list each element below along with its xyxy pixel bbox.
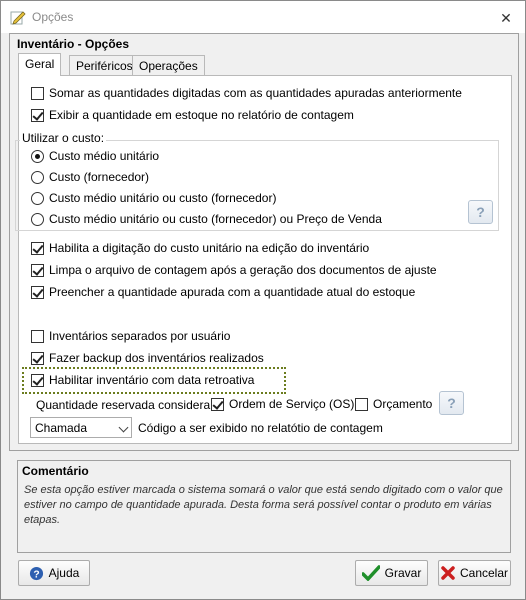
- os-checkbox[interactable]: [211, 397, 224, 411]
- reservada-os[interactable]: Ordem de Serviço (OS): [211, 395, 354, 413]
- comment-title: Comentário: [22, 464, 89, 478]
- limpa-label: Limpa o arquivo de contagem após a geraç…: [49, 263, 437, 277]
- retroativa-label: Habilitar inventário com data retroativa: [49, 373, 255, 387]
- save-button-label: Gravar: [384, 566, 422, 580]
- option-somar[interactable]: Somar as quantidades digitadas com as qu…: [31, 84, 462, 102]
- chevron-down-icon: [118, 422, 129, 433]
- tab-perifericos[interactable]: Periféricos: [69, 55, 140, 75]
- backup-checkbox[interactable]: [31, 351, 44, 365]
- somar-checkbox[interactable]: [31, 86, 44, 100]
- panel-title: Inventário - Opções: [17, 37, 130, 51]
- cancel-button-label: Cancelar: [459, 566, 509, 580]
- habilita-custo-checkbox[interactable]: [31, 241, 44, 255]
- orcamento-checkbox[interactable]: [355, 397, 368, 411]
- custo-option-2[interactable]: Custo médio unitário ou custo (fornecedo…: [31, 189, 276, 207]
- custo-option-0[interactable]: Custo médio unitário: [31, 147, 159, 165]
- custo-label: Custo (fornecedor): [49, 170, 150, 184]
- custo-help-button[interactable]: ?: [468, 200, 493, 224]
- custo-option-1[interactable]: Custo (fornecedor): [31, 168, 149, 186]
- custo-radio[interactable]: [31, 191, 44, 205]
- question-help-icon: ?: [476, 204, 485, 220]
- custo-radio[interactable]: [31, 212, 44, 226]
- codigo-selected-value: Chamada: [35, 421, 88, 435]
- option-limpa[interactable]: Limpa o arquivo de contagem após a geraç…: [31, 261, 437, 279]
- tab-operacoes[interactable]: Operações: [132, 55, 205, 75]
- comment-text: Se esta opção estiver marcada o sistema …: [24, 484, 503, 526]
- custo-label: Custo médio unitário ou custo (fornecedo…: [49, 212, 382, 226]
- red-x-icon: [441, 566, 455, 580]
- backup-label: Fazer backup dos inventários realizados: [49, 351, 264, 365]
- options-dialog: Opções ✕ Inventário - Opções Geral Perif…: [0, 0, 526, 600]
- option-preencher[interactable]: Preencher a quantidade apurada com a qua…: [31, 283, 415, 301]
- green-check-icon: [361, 565, 380, 581]
- reservada-orcamento[interactable]: Orçamento: [355, 395, 432, 413]
- exibir-label: Exibir a quantidade em estoque no relató…: [49, 108, 354, 122]
- codigo-select[interactable]: Chamada: [30, 417, 132, 438]
- custo-group-title: Utilizar o custo:: [20, 131, 107, 145]
- option-retroativa[interactable]: Habilitar inventário com data retroativa: [31, 371, 254, 389]
- option-exibir[interactable]: Exibir a quantidade em estoque no relató…: [31, 106, 354, 124]
- habilita-custo-label: Habilita a digitação do custo unitário n…: [49, 241, 370, 255]
- reservada-help-button[interactable]: ?: [439, 391, 464, 415]
- window-title: Opções: [32, 10, 74, 24]
- tab-label: Periféricos: [76, 59, 133, 73]
- question-help-icon: ?: [29, 566, 43, 580]
- tab-label: Operações: [139, 59, 198, 73]
- exibir-checkbox[interactable]: [31, 108, 44, 122]
- retroativa-checkbox[interactable]: [31, 373, 44, 387]
- title-bar: Opções ✕: [1, 1, 525, 33]
- preencher-label: Preencher a quantidade apurada com a qua…: [49, 285, 416, 299]
- question-help-icon: ?: [447, 395, 456, 411]
- cancel-button[interactable]: Cancelar: [438, 560, 511, 586]
- custo-option-3[interactable]: Custo médio unitário ou custo (fornecedo…: [31, 210, 382, 228]
- tab-label: Geral: [25, 57, 55, 71]
- custo-label: Custo médio unitário ou custo (fornecedo…: [49, 191, 277, 205]
- orcamento-label: Orçamento: [373, 397, 433, 411]
- option-backup[interactable]: Fazer backup dos inventários realizados: [31, 349, 264, 367]
- help-button[interactable]: ? Ajuda: [18, 560, 90, 586]
- preencher-checkbox[interactable]: [31, 285, 44, 299]
- os-label: Ordem de Serviço (OS): [229, 397, 355, 411]
- option-separados[interactable]: Inventários separados por usuário: [31, 327, 230, 345]
- custo-radio[interactable]: [31, 170, 44, 184]
- reservada-label: Quantidade reservada considera:: [36, 398, 214, 412]
- tab-geral[interactable]: Geral: [18, 53, 62, 76]
- save-button[interactable]: Gravar: [355, 560, 428, 586]
- comment-box: Comentário Se esta opção estiver marcada…: [17, 460, 511, 553]
- option-habilita-custo[interactable]: Habilita a digitação do custo unitário n…: [31, 239, 369, 257]
- somar-label: Somar as quantidades digitadas com as qu…: [49, 86, 462, 100]
- custo-radio[interactable]: [31, 149, 44, 163]
- codigo-label: Código a ser exibido no relatótio de con…: [138, 421, 383, 435]
- separados-label: Inventários separados por usuário: [49, 329, 231, 343]
- help-button-label: Ajuda: [48, 566, 80, 580]
- custo-label: Custo médio unitário: [49, 149, 160, 163]
- separados-checkbox[interactable]: [31, 329, 44, 343]
- limpa-checkbox[interactable]: [31, 263, 44, 277]
- edit-note-icon: [10, 11, 26, 25]
- close-icon[interactable]: ✕: [497, 9, 515, 27]
- svg-text:?: ?: [33, 569, 39, 580]
